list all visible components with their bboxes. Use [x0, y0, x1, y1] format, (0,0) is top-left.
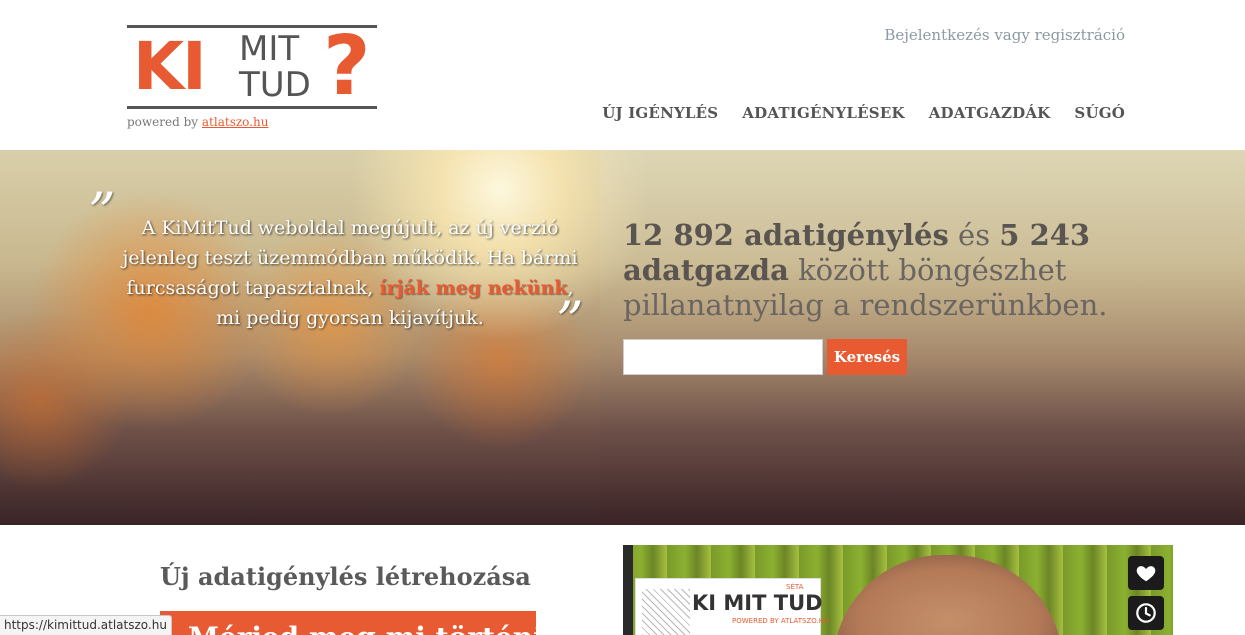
clock-icon [1136, 603, 1156, 623]
video-card-small-label: SÉTA [786, 583, 804, 591]
video-player[interactable]: SÉTA KI MIT TUD POWERED BY ATLATSZO.HU [623, 545, 1173, 635]
announcement-quote: A KiMitTud weboldal megújult, az új verz… [120, 213, 580, 333]
site-logo[interactable]: KI MIT TUD ? [127, 25, 377, 109]
video-person [833, 555, 1063, 635]
video-left-bar [623, 545, 633, 635]
site-header: KI MIT TUD ? powered by atlatszo.hu Beje… [0, 0, 1245, 150]
quote-close-mark: ” [556, 290, 584, 353]
hero-banner [0, 150, 1245, 525]
nav-data-holders[interactable]: ADATGAZDÁK [929, 104, 1051, 122]
search-input[interactable] [623, 339, 823, 375]
stats-and: és [948, 218, 1000, 252]
powered-by: powered by atlatszo.hu [127, 115, 268, 129]
nav-requests[interactable]: ADATIGÉNYLÉSEK [742, 104, 904, 122]
new-request-box-text: Mérjed meg mi történik [188, 621, 536, 635]
stats-requests-count: 12 892 adatigénylés [623, 218, 949, 252]
logo-mit: MIT [239, 29, 300, 69]
logo-ki: KI [133, 28, 207, 105]
logo-tud: TUD [239, 65, 311, 105]
quote-open-mark: ” [88, 181, 116, 244]
hero-overlay [600, 150, 1245, 525]
video-card-title: KI MIT TUD [692, 591, 823, 615]
logo-frame-bottom [127, 106, 377, 109]
heart-icon [1136, 566, 1156, 582]
video-title-card: SÉTA KI MIT TUD POWERED BY ATLATSZO.HU [635, 578, 829, 635]
main-nav: ÚJ IGÉNYLÉS ADATIGÉNYLÉSEK ADATGAZDÁK SÚ… [602, 104, 1125, 122]
logo-question-mark: ? [323, 19, 371, 114]
nav-new-request[interactable]: ÚJ IGÉNYLÉS [602, 104, 718, 122]
video-card-powered: POWERED BY ATLATSZO.HU [732, 617, 830, 625]
nav-help[interactable]: SÚGÓ [1074, 104, 1125, 122]
powered-by-label: powered by [127, 115, 199, 129]
new-request-box[interactable]: Mérjed meg mi történik [160, 611, 536, 635]
new-request-heading: Új adatigénylés létrehozása [160, 562, 531, 591]
atlatszo-link[interactable]: atlatszo.hu [202, 115, 269, 129]
site-stats: 12 892 adatigénylés és 5 243 adatgazda k… [623, 218, 1143, 323]
like-button[interactable] [1128, 556, 1164, 590]
papers-illustration-icon [642, 589, 690, 635]
search-button[interactable]: Keresés [827, 339, 907, 375]
status-bar-url: https://kimittud.atlatszo.hu [0, 615, 172, 635]
watch-later-button[interactable] [1128, 596, 1164, 630]
login-register-link[interactable]: Bejelentkezés vagy regisztráció [884, 26, 1125, 44]
contact-us-link[interactable]: írják meg nekünk [379, 277, 567, 299]
